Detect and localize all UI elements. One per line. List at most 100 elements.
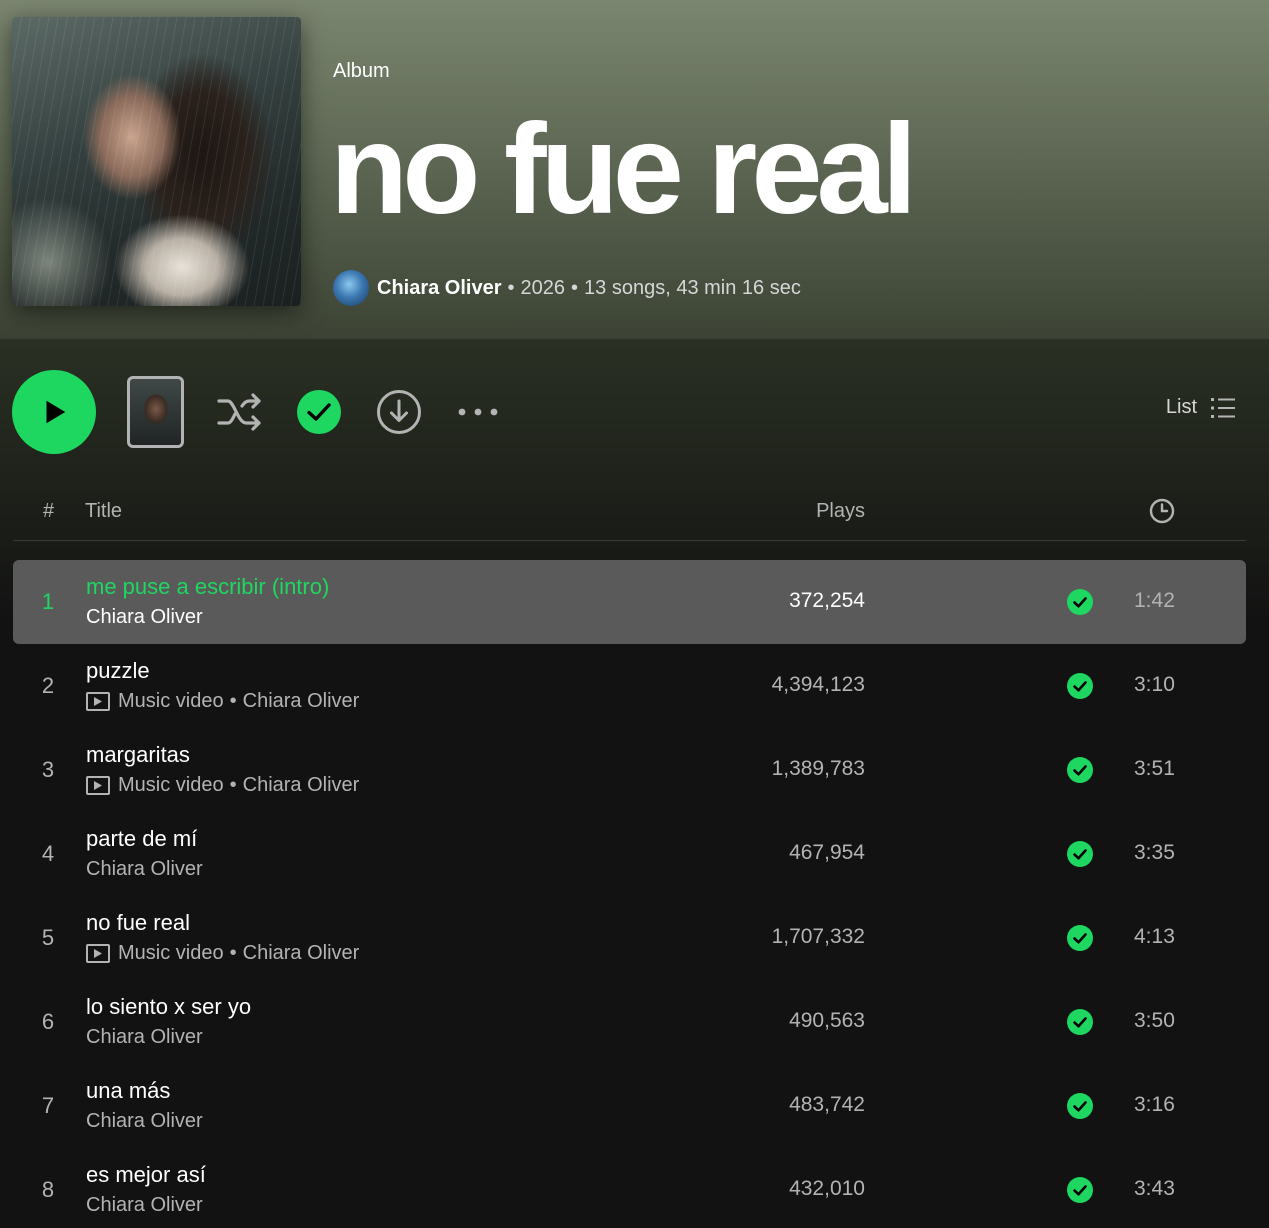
- track-subtitle: Chiara Oliver: [86, 1026, 203, 1049]
- meta-separator: •: [571, 276, 579, 299]
- track-duration: 3:35: [1134, 841, 1175, 864]
- saved-check-icon[interactable]: [1067, 841, 1093, 867]
- track-title[interactable]: no fue real: [86, 910, 190, 936]
- track-duration: 3:16: [1134, 1093, 1175, 1116]
- saved-check-icon[interactable]: [1067, 1093, 1093, 1119]
- track-subtitle: Chiara Oliver: [86, 1110, 203, 1133]
- column-number: #: [43, 500, 55, 522]
- list-icon: [1211, 397, 1235, 418]
- track-duration: 1:42: [1134, 589, 1175, 612]
- track-subtitle: Chiara Oliver: [86, 858, 203, 881]
- sub-separator: •: [229, 774, 237, 796]
- saved-check-icon[interactable]: [1067, 757, 1093, 783]
- view-mode-toggle[interactable]: List: [1166, 396, 1235, 419]
- saved-check-icon[interactable]: [1067, 1177, 1093, 1203]
- column-title: Title: [85, 500, 123, 522]
- track-artist[interactable]: Chiara Oliver: [243, 774, 360, 797]
- track-title[interactable]: es mejor así: [86, 1162, 206, 1188]
- album-cover[interactable]: [12, 17, 301, 306]
- album-type-label: Album: [333, 60, 390, 82]
- track-row[interactable]: 4 parte de mí Chiara Oliver 467,954 3:35: [13, 812, 1246, 896]
- track-number: 6: [41, 1009, 55, 1034]
- track-plays: 1,707,332: [771, 925, 865, 948]
- track-duration: 3:43: [1134, 1177, 1175, 1200]
- music-video-icon: [86, 776, 110, 795]
- action-bar: List: [0, 368, 1269, 456]
- track-duration: 3:50: [1134, 1009, 1175, 1032]
- track-number: 7: [41, 1093, 55, 1118]
- saved-check-icon[interactable]: [1067, 1009, 1093, 1035]
- track-title[interactable]: lo siento x ser yo: [86, 994, 251, 1020]
- track-artist[interactable]: Chiara Oliver: [86, 858, 203, 881]
- track-row[interactable]: 8 es mejor así Chiara Oliver 432,010 3:4…: [13, 1148, 1246, 1228]
- track-number: 1: [41, 589, 55, 614]
- shuffle-button[interactable]: [216, 388, 264, 436]
- column-plays: Plays: [816, 500, 865, 522]
- saved-check-icon[interactable]: [1067, 589, 1093, 615]
- play-icon: [46, 400, 66, 424]
- saved-check-icon[interactable]: [1067, 673, 1093, 699]
- track-duration: 4:13: [1134, 925, 1175, 948]
- sub-separator: •: [229, 690, 237, 712]
- track-artist[interactable]: Chiara Oliver: [86, 1110, 203, 1133]
- album-page: Album no fue real Chiara Oliver • 2026 •…: [0, 0, 1269, 1228]
- track-title[interactable]: una más: [86, 1078, 170, 1104]
- sub-separator: •: [229, 942, 237, 964]
- album-header: Album no fue real Chiara Oliver • 2026 •…: [0, 0, 1269, 338]
- artist-avatar[interactable]: [333, 270, 369, 306]
- music-video-icon: [86, 692, 110, 711]
- track-title[interactable]: margaritas: [86, 742, 190, 768]
- track-plays: 490,563: [789, 1009, 865, 1032]
- track-title[interactable]: me puse a escribir (intro): [86, 574, 329, 600]
- track-artist[interactable]: Chiara Oliver: [86, 1194, 203, 1217]
- track-number: 3: [41, 757, 55, 782]
- track-subtitle: Chiara Oliver: [86, 1194, 203, 1217]
- more-options-button[interactable]: [454, 388, 502, 436]
- track-plays: 372,254: [789, 589, 865, 612]
- track-subtitle: Chiara Oliver: [86, 606, 203, 629]
- meta-separator: •: [507, 276, 515, 299]
- shuffle-icon: [217, 393, 261, 431]
- download-button[interactable]: [375, 388, 423, 436]
- track-artist[interactable]: Chiara Oliver: [243, 942, 360, 965]
- view-mode-label: List: [1165, 396, 1197, 418]
- album-year: 2026: [520, 276, 566, 299]
- track-duration: 3:10: [1134, 673, 1175, 696]
- track-duration: 3:51: [1134, 757, 1175, 780]
- track-plays: 432,010: [789, 1177, 865, 1200]
- play-button[interactable]: [12, 370, 96, 454]
- track-artist[interactable]: Chiara Oliver: [243, 690, 360, 713]
- track-number: 4: [41, 841, 55, 866]
- track-row[interactable]: 5 no fue real Music video • Chiara Oliver …: [13, 896, 1246, 980]
- track-plays: 483,742: [789, 1093, 865, 1116]
- track-number: 2: [41, 673, 55, 698]
- album-summary: 13 songs, 43 min 16 sec: [584, 276, 801, 299]
- album-meta: Chiara Oliver • 2026 • 13 songs, 43 min …: [333, 270, 801, 306]
- track-artist[interactable]: Chiara Oliver: [86, 1026, 203, 1049]
- track-subtitle: Music video • Chiara Oliver: [86, 942, 359, 965]
- video-preview-button[interactable]: [127, 376, 184, 448]
- download-icon: [377, 390, 421, 434]
- music-video-label: Music video: [118, 690, 224, 712]
- track-row[interactable]: 1 me puse a escribir (intro) Chiara Oliv…: [13, 560, 1246, 644]
- track-artist[interactable]: Chiara Oliver: [86, 606, 203, 629]
- saved-to-library-button[interactable]: [295, 388, 343, 436]
- track-title[interactable]: parte de mí: [86, 826, 197, 852]
- music-video-label: Music video: [118, 774, 224, 796]
- album-title: no fue real: [330, 98, 917, 241]
- track-row[interactable]: 7 una más Chiara Oliver 483,742 3:16: [13, 1064, 1246, 1148]
- track-number: 5: [41, 925, 55, 950]
- track-plays: 1,389,783: [771, 757, 865, 780]
- clock-icon: [1149, 498, 1175, 530]
- track-title[interactable]: puzzle: [86, 658, 150, 684]
- music-video-label: Music video: [118, 942, 224, 964]
- more-dots-icon: [458, 408, 498, 416]
- artist-link[interactable]: Chiara Oliver: [377, 277, 502, 300]
- track-row[interactable]: 6 lo siento x ser yo Chiara Oliver 490,5…: [13, 980, 1246, 1064]
- track-number: 8: [41, 1177, 55, 1202]
- track-plays: 467,954: [789, 841, 865, 864]
- track-subtitle: Music video • Chiara Oliver: [86, 690, 359, 713]
- track-row[interactable]: 2 puzzle Music video • Chiara Oliver 4,394…: [13, 644, 1246, 728]
- saved-check-icon[interactable]: [1067, 925, 1093, 951]
- track-row[interactable]: 3 margaritas Music video • Chiara Oliver 1…: [13, 728, 1246, 812]
